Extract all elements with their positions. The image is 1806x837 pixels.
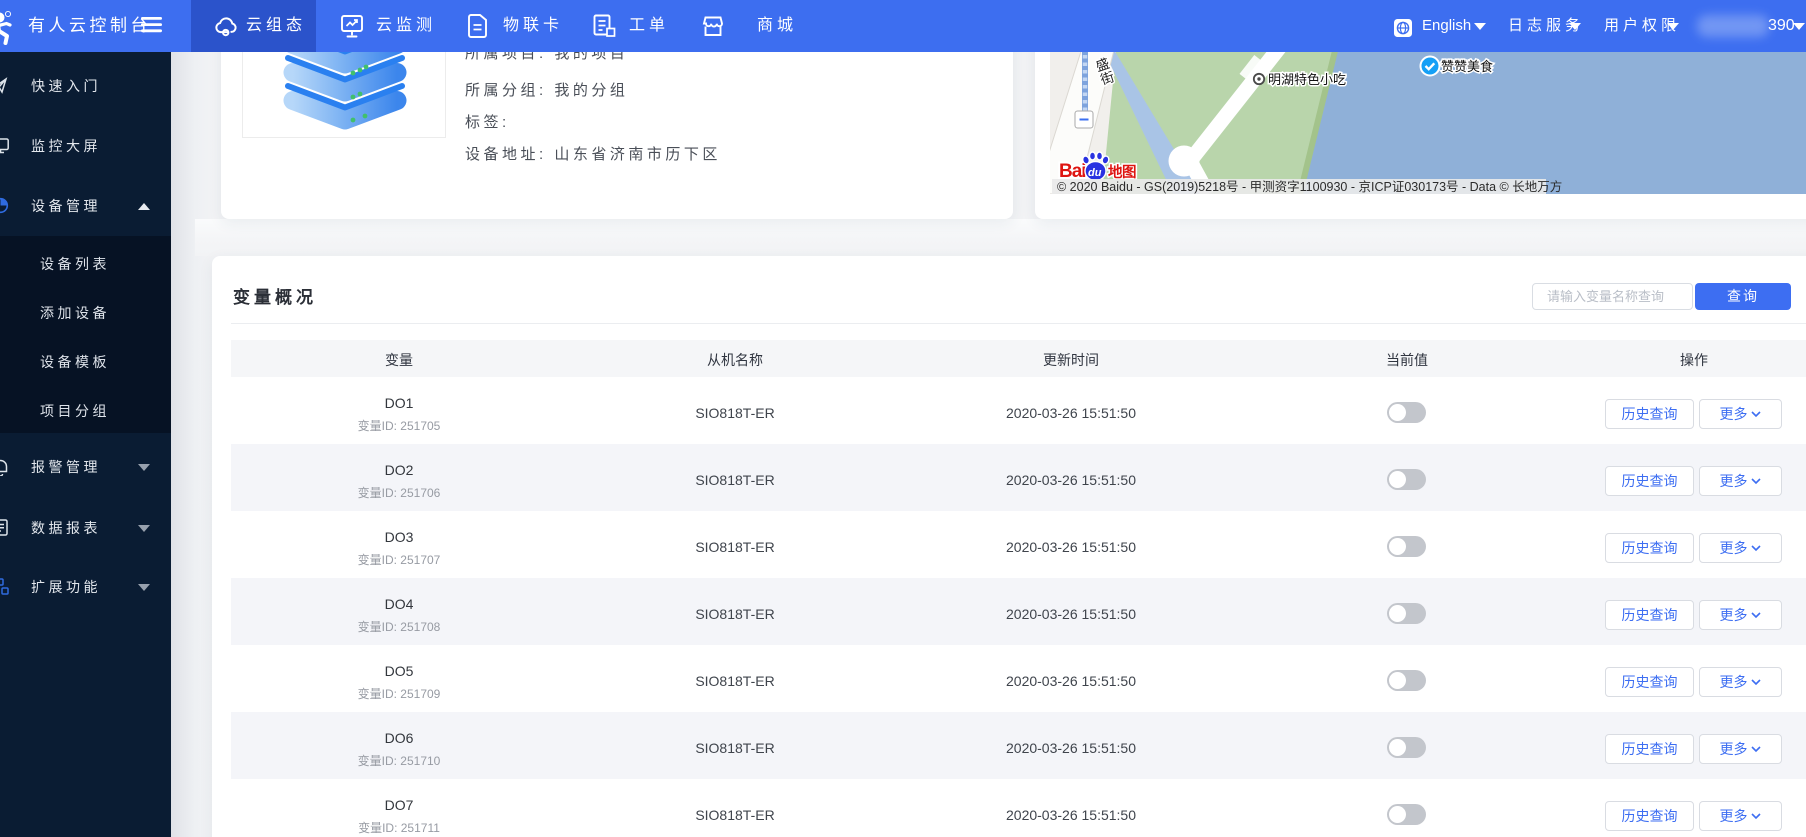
svg-text:© 2020 Baidu - GS(2019)5218号 -: © 2020 Baidu - GS(2019)5218号 - 甲测资字11009… — [1057, 179, 1562, 194]
svg-text:Bai: Bai — [1059, 161, 1086, 182]
svg-text:地图: 地图 — [1108, 163, 1136, 181]
svg-text:du: du — [1088, 167, 1102, 179]
svg-text:明湖特色小吃: 明湖特色小吃 — [1268, 72, 1346, 87]
svg-text:赞赞美食: 赞赞美食 — [1441, 59, 1493, 74]
